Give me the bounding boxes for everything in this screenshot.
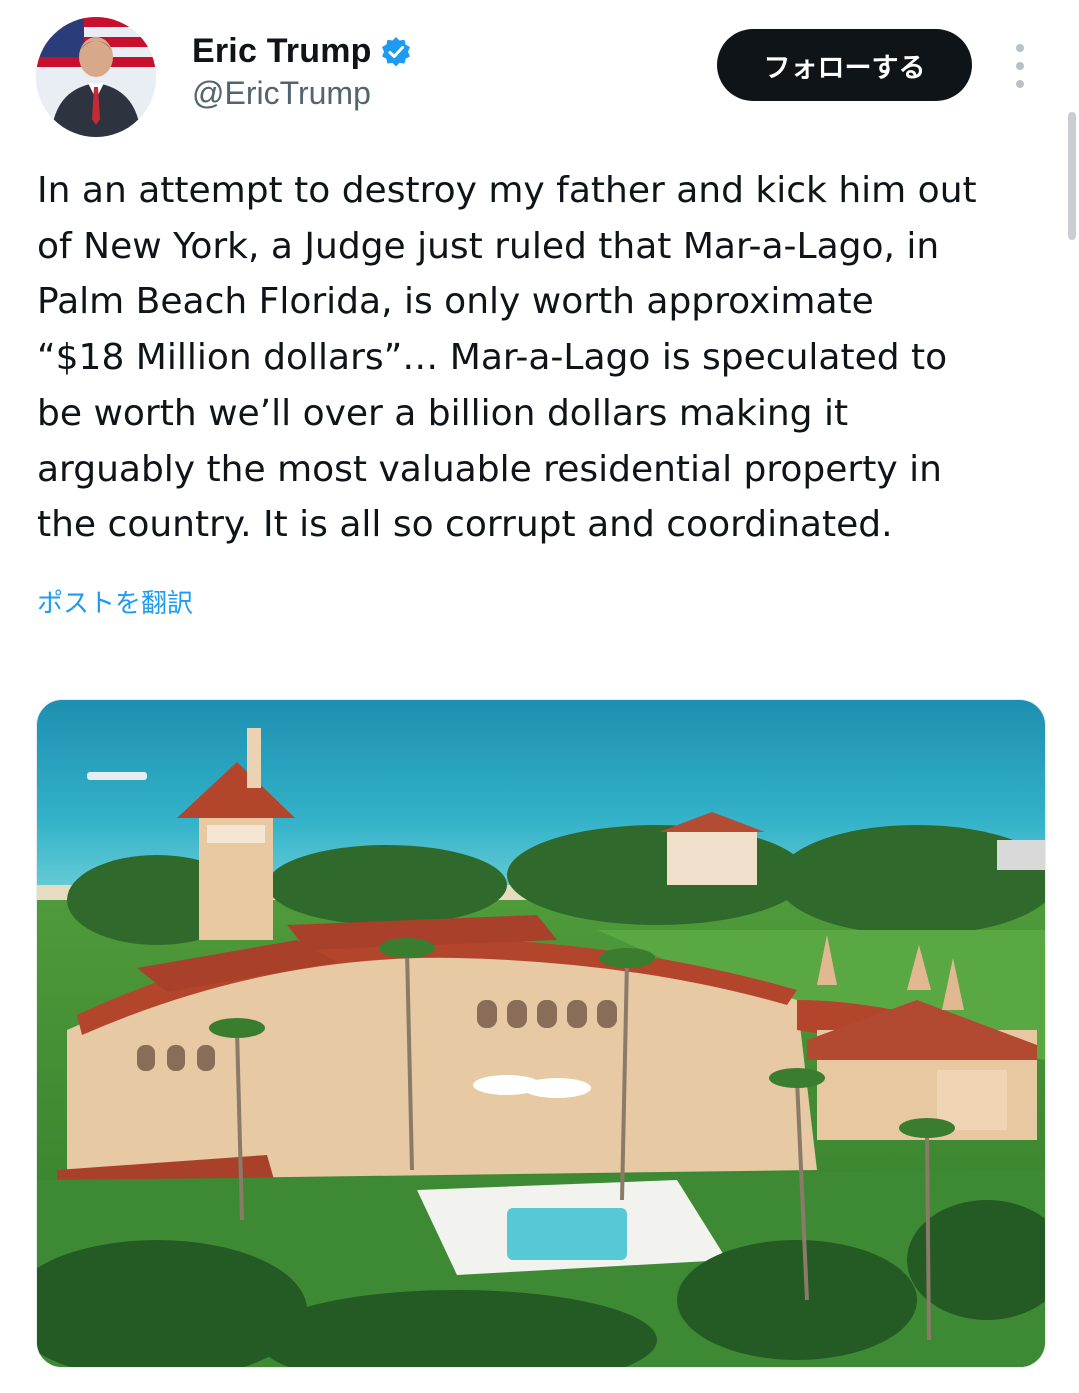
scrollbar[interactable] <box>1068 112 1076 240</box>
estate-aerial-photo <box>37 700 1045 1367</box>
author-name-row[interactable]: Eric Trump <box>192 32 412 71</box>
tweet-media-image[interactable] <box>36 699 1046 1368</box>
avatar-image <box>36 17 156 137</box>
author-avatar[interactable] <box>36 17 156 137</box>
author-handle[interactable]: @EricTrump <box>192 75 371 112</box>
author-display-name[interactable]: Eric Trump <box>192 32 372 71</box>
verified-badge-icon <box>380 36 412 68</box>
translate-post-link[interactable]: ポストを翻訳 <box>37 583 193 620</box>
follow-button[interactable]: フォローする <box>717 29 972 101</box>
tweet-text: In an attempt to destroy my father and k… <box>37 170 977 546</box>
more-options-icon[interactable] <box>1004 44 1036 88</box>
